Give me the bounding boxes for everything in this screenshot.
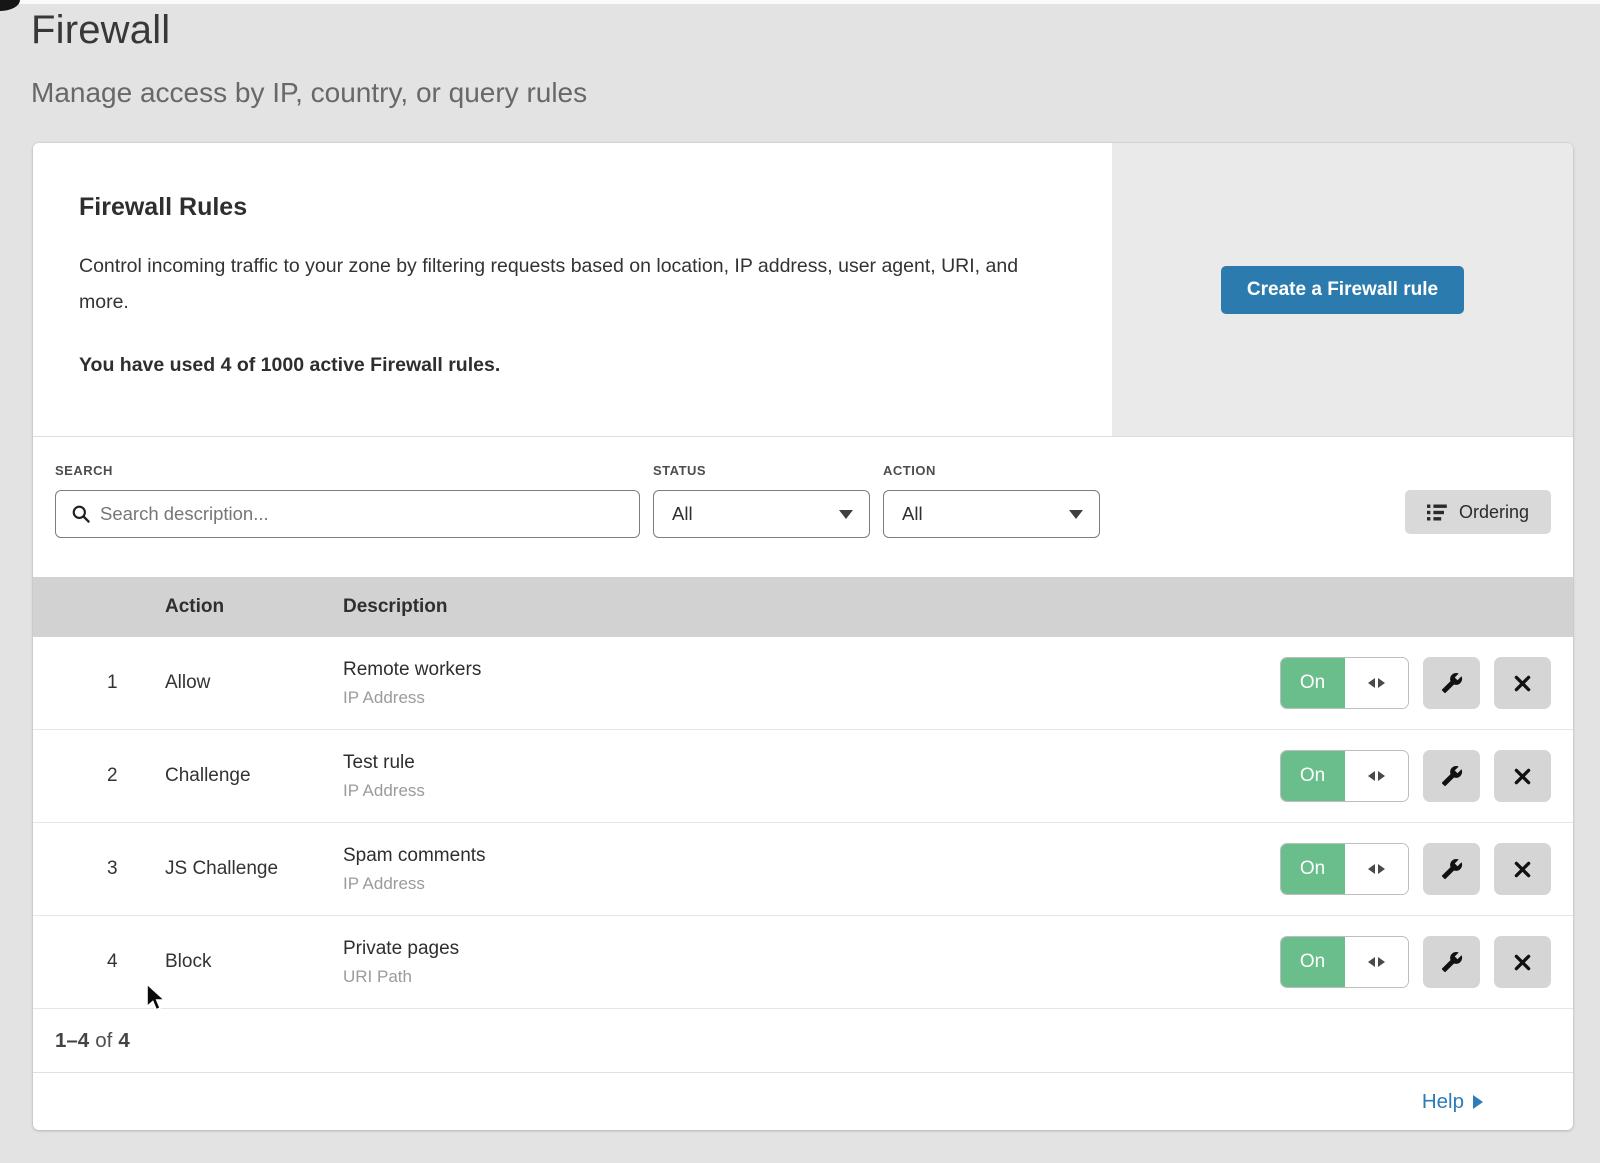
- edit-rule-button[interactable]: [1423, 843, 1480, 895]
- rule-description-cell: Private pages URI Path: [343, 938, 1277, 987]
- wrench-icon: [1441, 858, 1463, 880]
- action-select[interactable]: All: [883, 490, 1100, 538]
- page-subtitle: Manage access by IP, country, or query r…: [31, 77, 587, 109]
- status-select[interactable]: All: [653, 490, 870, 538]
- status-label: STATUS: [653, 463, 870, 478]
- edit-rule-button[interactable]: [1423, 750, 1480, 802]
- card-footer: Help: [33, 1073, 1573, 1130]
- rule-priority: 3: [33, 858, 165, 880]
- intro-section: Firewall Rules Control incoming traffic …: [33, 143, 1573, 437]
- edit-rule-button[interactable]: [1423, 657, 1480, 709]
- status-select-value: All: [672, 503, 693, 525]
- table-header: Action Description: [33, 577, 1573, 637]
- edit-rule-button[interactable]: [1423, 936, 1480, 988]
- rule-action: JS Challenge: [165, 858, 343, 880]
- page-title: Firewall: [31, 8, 587, 53]
- action-filter-group: ACTION All: [883, 463, 1100, 538]
- chevron-down-icon: [839, 510, 853, 519]
- rule-controls: On: [1277, 750, 1573, 802]
- create-rule-panel: Create a Firewall rule: [1112, 143, 1573, 436]
- search-filter-group: SEARCH: [55, 463, 640, 538]
- search-icon: [71, 504, 91, 524]
- section-description: Control incoming traffic to your zone by…: [79, 248, 1029, 320]
- search-box: [55, 490, 640, 538]
- rule-description: Private pages: [343, 938, 1277, 960]
- rule-description-cell: Test rule IP Address: [343, 752, 1277, 801]
- close-icon: [1512, 766, 1533, 787]
- action-label: ACTION: [883, 463, 1100, 478]
- search-input[interactable]: [55, 490, 640, 538]
- toggle-arrows-icon: [1345, 937, 1408, 987]
- rule-controls: On: [1277, 843, 1573, 895]
- section-heading: Firewall Rules: [79, 193, 1066, 222]
- wrench-icon: [1441, 672, 1463, 694]
- wrench-icon: [1441, 951, 1463, 973]
- status-filter-group: STATUS All: [653, 463, 870, 538]
- rule-match-type: IP Address: [343, 781, 1277, 801]
- toggle-on-label: On: [1280, 750, 1345, 802]
- firewall-rules-card: Firewall Rules Control incoming traffic …: [33, 143, 1573, 1130]
- rule-enabled-toggle[interactable]: On: [1280, 657, 1409, 709]
- close-icon: [1512, 673, 1533, 694]
- window-top-edge: [0, 0, 1600, 4]
- rule-action: Challenge: [165, 765, 343, 787]
- toggle-on-label: On: [1280, 936, 1345, 988]
- rule-action: Block: [165, 951, 343, 973]
- page-header: Firewall Manage access by IP, country, o…: [31, 8, 587, 109]
- chevron-down-icon: [1069, 510, 1083, 519]
- rule-priority: 4: [33, 951, 165, 973]
- toggle-arrows-icon: [1345, 751, 1408, 801]
- rule-match-type: URI Path: [343, 967, 1277, 987]
- pagination-total: 4: [118, 1029, 129, 1053]
- rule-priority: 2: [33, 765, 165, 787]
- rule-enabled-toggle[interactable]: On: [1280, 750, 1409, 802]
- usage-note: You have used 4 of 1000 active Firewall …: [79, 354, 1066, 377]
- wrench-icon: [1441, 765, 1463, 787]
- rule-description-cell: Remote workers IP Address: [343, 659, 1277, 708]
- pagination-range: 1–4: [55, 1029, 89, 1053]
- close-icon: [1512, 859, 1533, 880]
- rule-description-cell: Spam comments IP Address: [343, 845, 1277, 894]
- ordering-list-icon: [1427, 504, 1447, 521]
- action-column-header: Action: [165, 596, 343, 618]
- intro-text-panel: Firewall Rules Control incoming traffic …: [33, 143, 1112, 436]
- toggle-arrows-icon: [1345, 658, 1408, 708]
- action-select-value: All: [902, 503, 923, 525]
- pagination: 1–4 of 4: [33, 1009, 1573, 1073]
- delete-rule-button[interactable]: [1494, 936, 1551, 988]
- window-corner: [0, 0, 20, 11]
- rule-priority: 1: [33, 672, 165, 694]
- create-firewall-rule-button[interactable]: Create a Firewall rule: [1221, 266, 1464, 314]
- toggle-on-label: On: [1280, 657, 1345, 709]
- rule-action: Allow: [165, 672, 343, 694]
- rule-description: Test rule: [343, 752, 1277, 774]
- table-row: 2 Challenge Test rule IP Address On: [33, 730, 1573, 823]
- rule-controls: On: [1277, 657, 1573, 709]
- rule-controls: On: [1277, 936, 1573, 988]
- delete-rule-button[interactable]: [1494, 843, 1551, 895]
- close-icon: [1512, 952, 1533, 973]
- delete-rule-button[interactable]: [1494, 750, 1551, 802]
- rule-enabled-toggle[interactable]: On: [1280, 843, 1409, 895]
- rule-description: Spam comments: [343, 845, 1277, 867]
- rule-description: Remote workers: [343, 659, 1277, 681]
- delete-rule-button[interactable]: [1494, 657, 1551, 709]
- toggle-on-label: On: [1280, 843, 1345, 895]
- ordering-button-label: Ordering: [1459, 502, 1529, 523]
- pagination-separator: of: [95, 1029, 112, 1053]
- toggle-arrows-icon: [1345, 844, 1408, 894]
- rule-enabled-toggle[interactable]: On: [1280, 936, 1409, 988]
- description-column-header: Description: [343, 596, 1277, 618]
- table-row: 1 Allow Remote workers IP Address On: [33, 637, 1573, 730]
- search-label: SEARCH: [55, 463, 640, 478]
- help-link-label: Help: [1422, 1090, 1464, 1114]
- filters-bar: SEARCH STATUS All ACTION All: [33, 437, 1573, 577]
- table-row: 3 JS Challenge Spam comments IP Address …: [33, 823, 1573, 916]
- table-row: 4 Block Private pages URI Path On: [33, 916, 1573, 1009]
- help-link[interactable]: Help: [1422, 1090, 1483, 1114]
- rule-match-type: IP Address: [343, 688, 1277, 708]
- ordering-button[interactable]: Ordering: [1405, 490, 1551, 534]
- rule-match-type: IP Address: [343, 874, 1277, 894]
- triangle-right-icon: [1473, 1095, 1483, 1109]
